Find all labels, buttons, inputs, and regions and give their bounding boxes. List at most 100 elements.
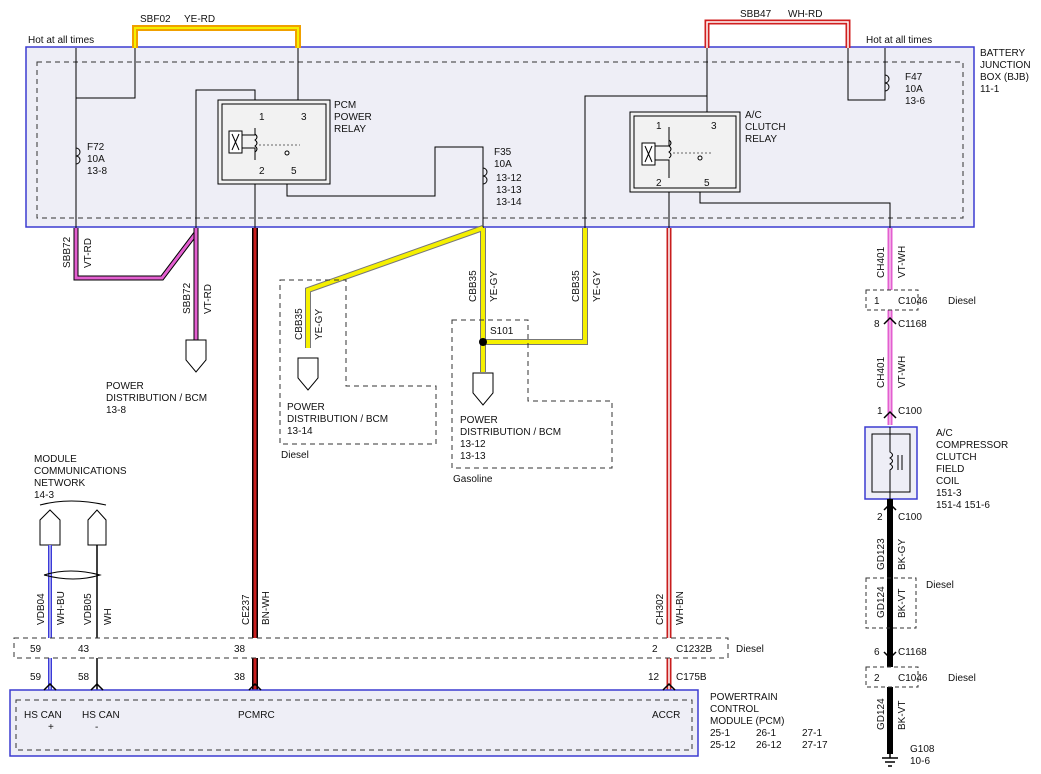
cbb35-a-label: CBB35	[294, 308, 305, 340]
pcm-relay-title-2: POWER	[334, 112, 372, 123]
pcm-pin-hscan-plus: HS CAN	[24, 710, 62, 721]
pcm-relay-title-1: PCM	[334, 100, 356, 111]
f47-amp: 10A	[905, 84, 923, 95]
ground-g108	[882, 754, 898, 767]
ac-relay-pin-1: 1	[656, 121, 662, 132]
gd124-b-label: GD124	[876, 698, 887, 730]
bjb-title-1: BATTERY	[980, 48, 1026, 59]
yegy-b-label: YE-GY	[489, 271, 500, 302]
pcm-relay-pin-1: 1	[259, 112, 265, 123]
ch302-label: CH302	[655, 593, 666, 625]
c175b-pin-58: 58	[78, 672, 90, 683]
acc-title-4: FIELD	[936, 464, 964, 475]
pcm-ref-25-1: 25-1	[710, 728, 730, 739]
pd1-connector	[185, 339, 207, 373]
vtwh-b-label: VT-WH	[897, 356, 908, 388]
c1046-2-pin: 2	[874, 673, 880, 684]
ac-relay-contact	[697, 155, 703, 161]
c100-1-pin: 1	[877, 406, 883, 417]
c175b-pin-12: 12	[648, 672, 660, 683]
wire-sbf02-outer	[132, 25, 301, 48]
f35-label: F35	[494, 147, 512, 158]
c1168-2-pin: 6	[874, 647, 880, 658]
pd1-title-2: DISTRIBUTION / BCM	[106, 393, 207, 404]
pcm-pin-minus: -	[95, 722, 98, 733]
g108-label: G108	[910, 744, 935, 755]
ac-relay-title-3: RELAY	[745, 134, 777, 145]
pcm-ref-27-17: 27-17	[802, 740, 828, 751]
mcn-connector-right	[87, 509, 107, 546]
mcn-title-1: MODULE	[34, 454, 77, 465]
pcm-title-3: MODULE (PCM)	[710, 716, 784, 727]
bjb-title-2: JUNCTION	[980, 60, 1031, 71]
pcm-relay-contact	[284, 150, 290, 156]
f72-label: F72	[87, 142, 105, 153]
c1168-1-label: C1168	[898, 319, 927, 330]
pcm-pin-accr: ACCR	[652, 710, 680, 721]
c1168-2-label: C1168	[898, 647, 927, 658]
bjb-title-3: BOX (BJB)	[980, 72, 1029, 83]
f35-ref-1: 13-12	[496, 173, 522, 184]
gd123-label: GD123	[876, 538, 887, 570]
cbb35-b-label: CBB35	[468, 270, 479, 302]
pd3-title-4: 13-13	[460, 451, 486, 462]
f47-ref: 13-6	[905, 96, 925, 107]
vtrd-b-label: VT-RD	[203, 284, 214, 314]
diesel-gd-label: Diesel	[926, 580, 954, 591]
wire-sbb47-outer	[704, 19, 851, 48]
gd124-a-label: GD124	[876, 586, 887, 618]
g108-ref: 10-6	[910, 756, 930, 767]
pd2-title-2: DISTRIBUTION / BCM	[287, 414, 388, 425]
pd2-title-3: 13-14	[287, 426, 313, 437]
ac-relay-title-2: CLUTCH	[745, 122, 786, 133]
c1046-1-pin: 1	[874, 296, 880, 307]
acc-title-3: CLUTCH	[936, 452, 977, 463]
bkvt-b-label: BK-VT	[897, 701, 908, 730]
wire-sbb47-inner	[706, 21, 849, 48]
vdb05-label: VDB05	[83, 593, 94, 625]
c1232b-pin-59: 59	[30, 644, 42, 655]
acc-title-1: A/C	[936, 428, 953, 439]
c1046-1-label: C1046	[898, 296, 928, 307]
ac-relay-pin-2: 2	[656, 178, 662, 189]
acc-ref-2: 151-4 151-6	[936, 500, 990, 511]
yegy-c-label: YE-GY	[592, 271, 603, 302]
c175b-pin-59: 59	[30, 672, 42, 683]
bjb-title-4: 11-1	[980, 84, 1000, 95]
s101-splice	[479, 338, 487, 346]
f35-amp: 10A	[494, 159, 512, 170]
vtwh-a-label: VT-WH	[897, 246, 908, 278]
bnwh-label: BN-WH	[261, 591, 272, 625]
pcm-pin-pcmrc: PCMRC	[238, 710, 275, 721]
c100-2-label: C100	[898, 512, 922, 523]
c1232b-pin-43: 43	[78, 644, 90, 655]
sbb72-a-label: SBB72	[62, 236, 73, 268]
bkvt-a-label: BK-VT	[897, 589, 908, 618]
mcn-title-2: COMMUNICATIONS	[34, 466, 127, 477]
wh-label: WH	[103, 608, 114, 625]
ac-relay-pin-3: 3	[711, 121, 717, 132]
pd1-title-1: POWER	[106, 381, 144, 392]
diesel-c1046-label: Diesel	[948, 296, 976, 307]
c175b-label: C175B	[676, 672, 707, 683]
c1232b-box	[13, 637, 729, 659]
whbn-label: WH-BN	[675, 591, 686, 625]
pcm-ref-25-12: 25-12	[710, 740, 736, 751]
c175b-pin-38: 38	[234, 672, 246, 683]
pd1-title-3: 13-8	[106, 405, 126, 416]
pcm-relay-pin-3: 3	[301, 112, 307, 123]
sbf02-label: SBF02	[140, 14, 171, 25]
pcm-ref-26-1: 26-1	[756, 728, 776, 739]
ac-relay-pin-5: 5	[704, 178, 710, 189]
c100-1-label: C100	[898, 406, 922, 417]
f47-label: F47	[905, 72, 923, 83]
ch401-b-label: CH401	[876, 356, 887, 388]
pcm-pin-hscan-minus: HS CAN	[82, 710, 120, 721]
vdb04-label: VDB04	[36, 593, 47, 625]
pd3-connector	[472, 372, 494, 406]
pcm-relay-title-3: RELAY	[334, 124, 366, 135]
c1232b-label: C1232B	[676, 644, 712, 655]
sbb72-b-label: SBB72	[182, 282, 193, 314]
cbb35-c-label: CBB35	[571, 270, 582, 302]
twisted-pair	[43, 570, 102, 580]
